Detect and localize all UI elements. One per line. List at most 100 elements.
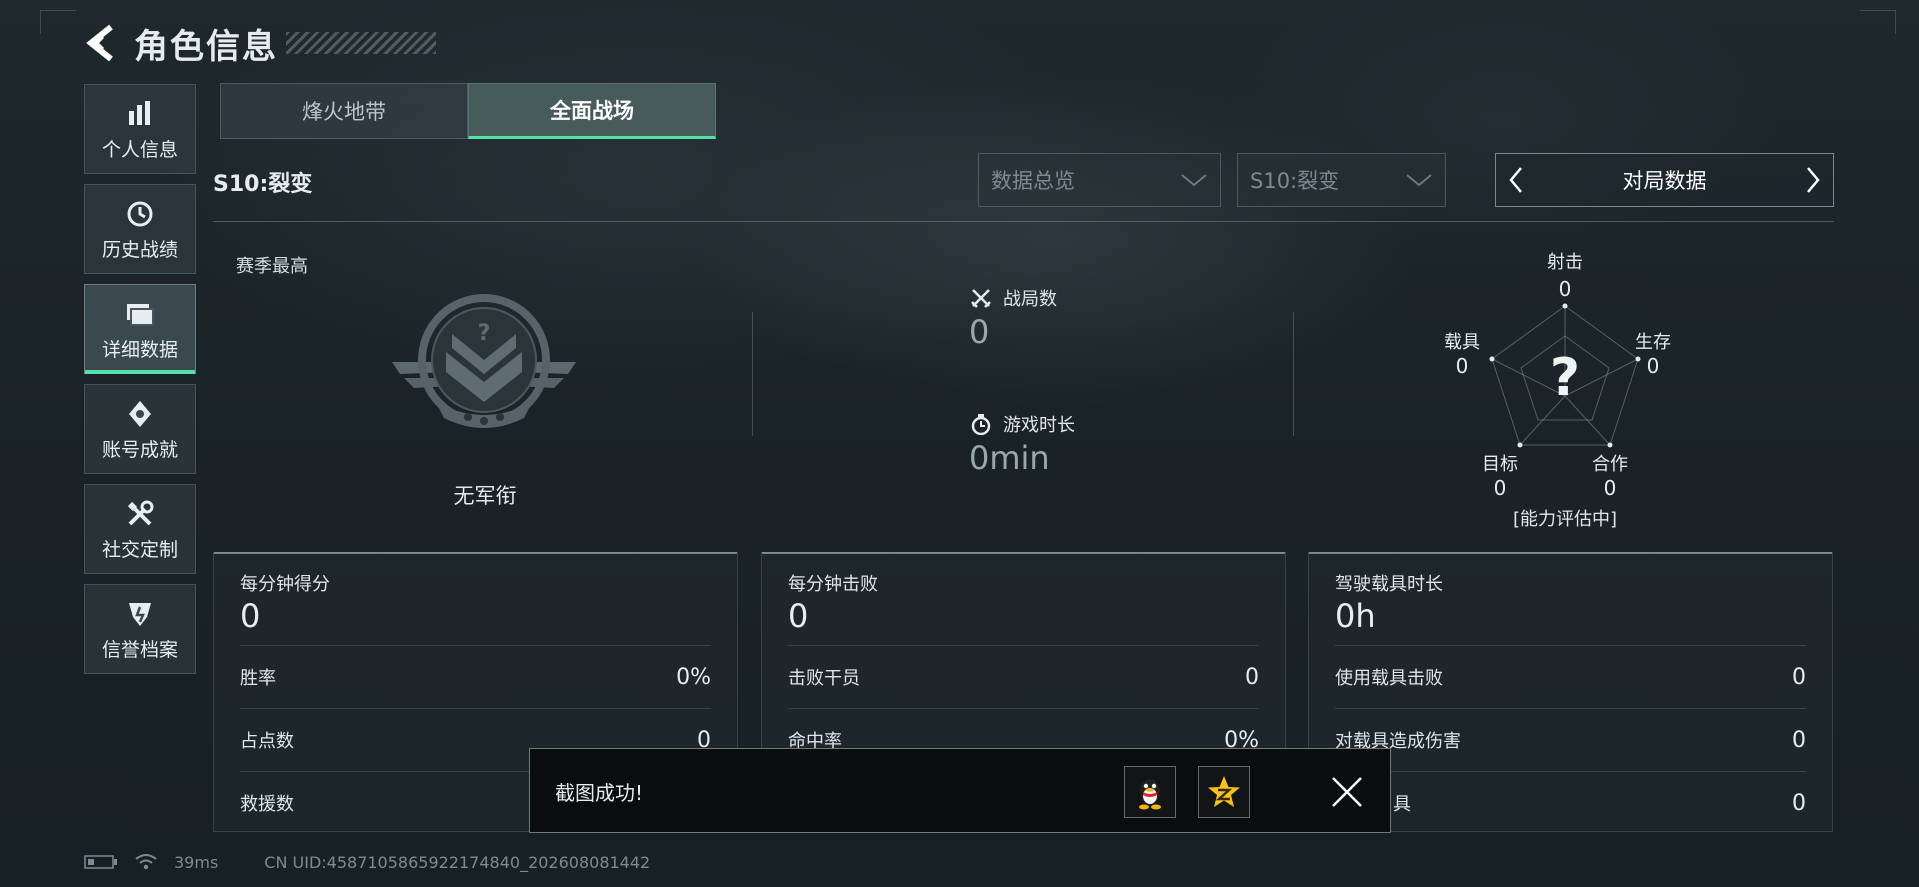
stat-row: 对载具造成伤害 0 [1335,708,1806,771]
radar-axis-label: 合作 [1592,454,1628,475]
corner-decoration [40,10,76,34]
radar-axis-value: 0 [1493,476,1507,500]
shield-badge-icon [123,597,157,631]
divider [752,312,753,436]
stat-category-switcher: 对局数据 [1495,153,1834,207]
medal-icon [123,397,157,431]
stat-label: 占点数 [240,731,294,752]
back-button[interactable] [80,21,120,65]
sidebar-item-social[interactable]: 社交定制 [84,484,196,574]
mode-tabs: 烽火地带 全面战场 [220,83,716,139]
chevron-down-icon [1181,174,1207,187]
divider [213,221,1834,222]
history-clock-icon [123,197,157,231]
matches-label: 战局数 [1003,289,1057,310]
chevron-right-icon [1807,167,1820,193]
back-arrow-icon [86,24,113,62]
sidebar: 个人信息 历史战绩 详细数据 账号成就 社交定制 信誉档案 [84,84,196,684]
sidebar-item-history[interactable]: 历史战绩 [84,184,196,274]
sidebar-item-credit[interactable]: 信誉档案 [84,584,196,674]
rank-emblem-icon: ? [392,294,576,428]
dropdown-value: S10:裂变 [1250,169,1340,193]
stat-value: 0 [1792,727,1806,753]
battery-icon [84,854,118,870]
sidebar-item-label: 社交定制 [101,538,178,561]
panel-big-value: 0h [1335,597,1376,635]
stat-row: 胜率 0% [240,645,711,708]
panel-title: 每分钟击败 [788,574,878,595]
panel-big-value: 0 [788,597,809,635]
chevron-down-icon [1406,174,1432,187]
matches-value: 0 [969,313,990,351]
stat-value: 0% [676,664,711,690]
panel-big-value: 0 [240,597,261,635]
tab-hazard-zone[interactable]: 烽火地带 [220,83,468,139]
toast-close-button[interactable] [1324,769,1370,815]
season-title: S10:裂变 [213,172,313,197]
tab-all-out-warfare[interactable]: 全面战场 [468,83,716,139]
qzone-star-icon [1208,776,1240,807]
radar-axis-label: 目标 [1482,454,1518,475]
status-bar: 39ms CN UID:4587105865922174840_20260808… [84,850,666,874]
share-qq-button[interactable] [1124,766,1176,818]
crossed-swords-icon [969,286,993,310]
stat-row: 使用载具击败 0 [1335,645,1806,708]
playtime-value: 0min [969,439,1050,477]
share-qzone-button[interactable] [1198,766,1250,818]
tools-icon [123,497,157,531]
sidebar-item-label: 详细数据 [101,338,178,361]
ping-value: 39ms [174,852,219,872]
data-overview-dropdown[interactable]: 数据总览 [978,153,1221,207]
switcher-prev-button[interactable] [1496,154,1536,206]
rank-name: 无军衔 [453,484,517,508]
sidebar-item-label: 个人信息 [101,138,178,161]
screenshot-toast: 截图成功! [529,748,1391,833]
screen: 角色信息 个人信息 历史战绩 详细数据 账号成就 社交定制 信誉档案 烽火地带 … [0,0,1919,887]
title-decoration [286,32,436,54]
stat-row: 击败干员 0 [788,645,1259,708]
sidebar-item-achievements[interactable]: 账号成就 [84,384,196,474]
dropdown-value: 数据总览 [991,169,1075,193]
radar-center-mark: ? [1549,348,1581,408]
radar-axis-value: 0 [1603,476,1617,500]
chevron-left-icon [1509,167,1522,193]
radar-axis-value: 0 [1558,277,1572,301]
sidebar-item-personal-info[interactable]: 个人信息 [84,84,196,174]
stat-label: 救援数 [240,794,294,815]
panel-title: 每分钟得分 [240,574,330,595]
corner-decoration [1860,10,1896,34]
sidebar-item-label: 信誉档案 [101,638,178,661]
toast-message: 截图成功! [555,781,644,805]
radar-axis-label: 生存 [1635,332,1671,353]
divider [1293,312,1294,436]
user-uid: CN UID:4587105865922174840_202608081442 [264,852,651,872]
matches-stat: 战局数 [969,285,1057,311]
radar-axis-value: 0 [1455,354,1469,378]
header: 角色信息 [80,18,436,68]
switcher-label: 对局数据 [1622,169,1707,193]
folder-icon [123,297,157,331]
sidebar-item-label: 历史战绩 [101,238,178,261]
qq-penguin-icon [1139,779,1161,810]
stat-row: 具0 [1335,771,1806,834]
stat-label: 击败干员 [788,668,860,689]
radar-axis-value: 0 [1646,354,1660,378]
stat-value: 0 [1792,790,1806,816]
playtime-stat: 游戏时长 [969,411,1075,437]
panel-title: 驾驶载具时长 [1335,574,1443,595]
switcher-next-button[interactable] [1793,154,1833,206]
wifi-icon [134,853,158,871]
radar-axis-label: 射击 [1547,252,1583,273]
ability-radar: ? 射击 0 生存 0 合作 0 目标 0 载具 0 [1420,240,1710,540]
stat-label: 胜率 [240,668,276,689]
stat-value: 0 [1792,664,1806,690]
svg-text:?: ? [478,321,491,346]
page-title: 角色信息 [134,26,278,67]
stopwatch-icon [969,412,993,436]
close-icon [1332,777,1362,807]
stat-label: 使用载具击败 [1335,668,1443,689]
sidebar-item-detailed-data[interactable]: 详细数据 [84,284,196,374]
playtime-label: 游戏时长 [1003,415,1075,436]
season-dropdown[interactable]: S10:裂变 [1237,153,1446,207]
radar-status-note: [能力评估中] [1512,509,1618,530]
